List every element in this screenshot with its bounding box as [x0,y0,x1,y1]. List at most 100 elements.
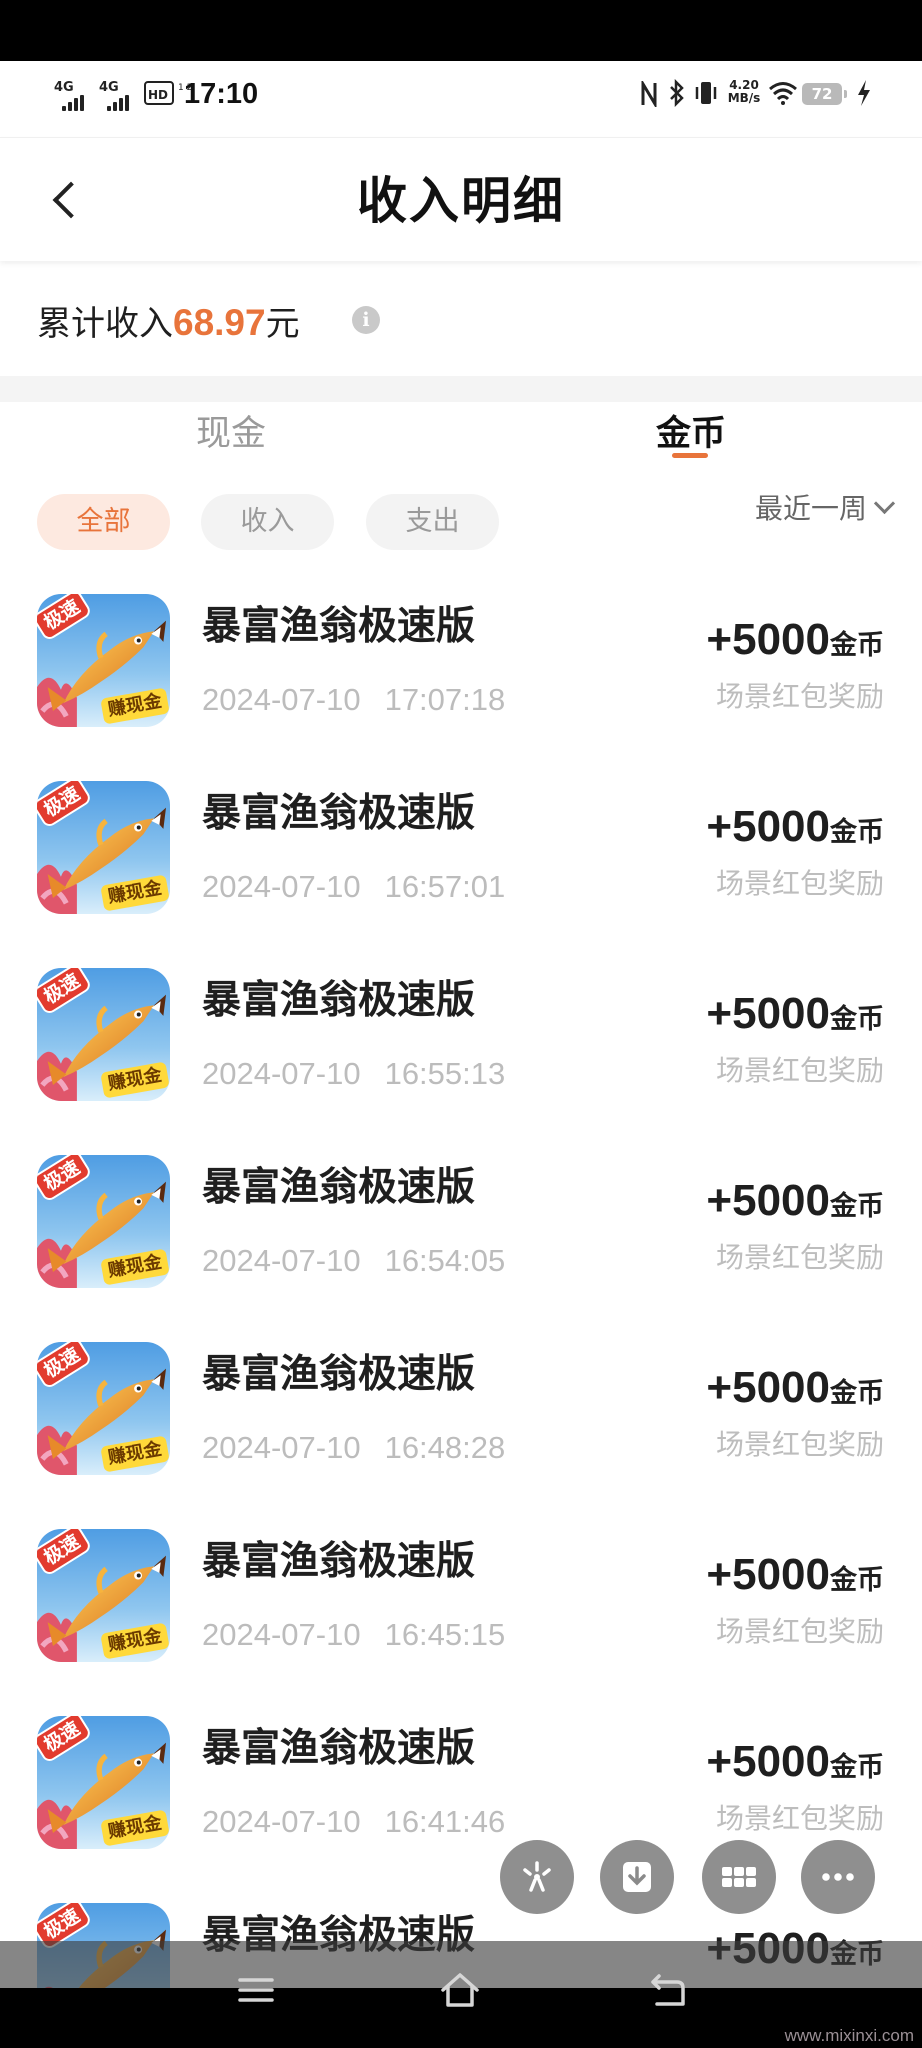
more-icon [822,1873,854,1881]
total-income-summary: 累计收入 68.97 元 [37,296,300,344]
charging-bolt-icon [858,80,870,106]
record-amount-unit: 金币 [830,817,884,848]
app-icon: 极速 赚现金 [37,781,170,914]
record-description: 场景红包奖励 [715,1241,884,1274]
record-description: 场景红包奖励 [715,680,884,713]
record-app-name: 暴富渔翁极速版 [202,1165,476,1210]
record-list[interactable]: 极速 赚现金 暴富渔翁极速版 2024-07-10 17:07:18 +5000金… [0,594,922,2048]
record-date: 2024-07-10 [202,1804,361,1839]
filter-expense-chip[interactable]: 支出 [366,494,499,550]
tab-coins[interactable]: 金币 [611,410,771,458]
download-icon [623,1862,651,1892]
sparkle-button[interactable] [500,1840,574,1914]
tab-cash[interactable]: 现金 [151,410,311,458]
record-amount-unit: 金币 [830,1752,884,1783]
record-app-name: 暴富渔翁极速版 [202,978,476,1023]
record-item[interactable]: 极速 赚现金 暴富渔翁极速版 2024-07-10 16:54:05 +5000金… [0,1155,922,1342]
record-item[interactable]: 极速 赚现金 暴富渔翁极速版 2024-07-10 16:57:01 +5000金… [0,781,922,968]
active-tab-indicator [672,453,708,458]
app-icon: 极速 赚现金 [37,1342,170,1475]
filter-all-chip[interactable]: 全部 [37,494,170,550]
record-amount: +5000金币 [706,1173,884,1238]
page-title: 收入明细 [357,172,565,230]
record-amount: +5000金币 [706,1734,884,1799]
record-date: 2024-07-10 [202,1617,361,1652]
back-button[interactable] [645,1970,689,2010]
record-app-name: 暴富渔翁极速版 [202,604,476,649]
app-icon: 极速 赚现金 [37,1716,170,1849]
record-amount-unit: 金币 [830,1191,884,1222]
total-income-label: 累计收入 [37,304,173,344]
record-amount-value: +5000 [706,1737,830,1786]
chevron-down-icon [873,492,896,514]
network-speed: 4.20 MB/s [724,79,764,105]
apps-grid-button[interactable] [702,1840,776,1914]
record-date: 2024-07-10 [202,869,361,904]
app-icon: 极速 赚现金 [37,594,170,727]
top-black-strip [0,0,922,61]
record-date: 2024-07-10 [202,1056,361,1091]
record-item[interactable]: 极速 赚现金 暴富渔翁极速版 2024-07-10 16:55:13 +5000金… [0,968,922,1155]
app-icon: 极速 赚现金 [37,968,170,1101]
record-item[interactable]: 极速 赚现金 暴富渔翁极速版 2024-07-10 16:45:15 +5000金… [0,1529,922,1716]
total-income-unit: 元 [265,304,300,344]
record-datetime: 2024-07-10 16:57:01 [202,867,505,907]
record-amount-unit: 金币 [830,1004,884,1035]
home-button[interactable] [438,1970,482,2010]
record-item[interactable]: 极速 赚现金 暴富渔翁极速版 2024-07-10 16:41:46 +5000金… [0,1716,922,1903]
record-description: 场景红包奖励 [715,1054,884,1087]
record-datetime: 2024-07-10 16:48:28 [202,1428,505,1468]
record-amount: +5000金币 [706,986,884,1051]
record-amount: +5000金币 [706,1547,884,1612]
period-dropdown[interactable]: 最近一周 [754,487,896,527]
record-item[interactable]: 极速 赚现金 暴富渔翁极速版 2024-07-10 17:07:18 +5000金… [0,594,922,781]
record-amount-unit: 金币 [830,1378,884,1409]
record-description: 场景红包奖励 [715,867,884,900]
record-date: 2024-07-10 [202,682,361,717]
filter-income-chip[interactable]: 收入 [201,494,334,550]
record-amount-unit: 金币 [830,1565,884,1596]
record-amount-value: +5000 [706,1363,830,1412]
record-date: 2024-07-10 [202,1430,361,1465]
vibrate-icon [695,82,717,104]
record-datetime: 2024-07-10 16:54:05 [202,1241,505,1281]
app-icon: 极速 赚现金 [37,1155,170,1288]
record-description: 场景红包奖励 [715,1615,884,1648]
record-amount-value: +5000 [706,615,830,664]
record-amount-value: +5000 [706,802,830,851]
hd-voice-icon: HD [144,81,174,105]
home-icon [441,1973,479,2007]
menu-button[interactable] [234,1970,278,2010]
record-app-name: 暴富渔翁极速版 [202,1539,476,1584]
clock: 17:10 [184,78,259,110]
section-separator [0,376,922,402]
bluetooth-icon [670,79,684,107]
watermark: www.mixinxi.com [784,2026,914,2045]
app-icon: 极速 赚现金 [37,1529,170,1662]
record-app-name: 暴富渔翁极速版 [202,791,476,836]
record-time: 16:45:15 [384,1617,506,1652]
record-amount-value: +5000 [706,1550,830,1599]
record-amount: +5000金币 [706,612,884,677]
record-time: 16:48:28 [384,1430,506,1465]
info-icon[interactable]: i [352,306,380,334]
record-time: 16:41:46 [384,1804,506,1839]
record-app-name: 暴富渔翁极速版 [202,1726,476,1771]
record-description: 场景红包奖励 [715,1802,884,1835]
record-time: 16:57:01 [384,869,506,904]
record-time: 17:07:18 [384,682,506,717]
nfc-icon [641,81,657,107]
network-type-label: 4G [54,80,74,95]
record-amount: +5000金币 [706,799,884,864]
download-button[interactable] [600,1840,674,1914]
record-description: 场景红包奖励 [715,1428,884,1461]
record-datetime: 2024-07-10 16:45:15 [202,1615,505,1655]
more-button[interactable] [801,1840,875,1914]
record-item[interactable]: 极速 赚现金 暴富渔翁极速版 2024-07-10 16:48:28 +5000金… [0,1342,922,1529]
sparkle-icon [523,1861,551,1892]
record-time: 16:54:05 [384,1243,506,1278]
period-label: 最近一周 [754,492,867,525]
menu-icon [238,1978,274,2002]
record-app-name: 暴富渔翁极速版 [202,1352,476,1397]
network-type-label: 4G [99,80,119,95]
